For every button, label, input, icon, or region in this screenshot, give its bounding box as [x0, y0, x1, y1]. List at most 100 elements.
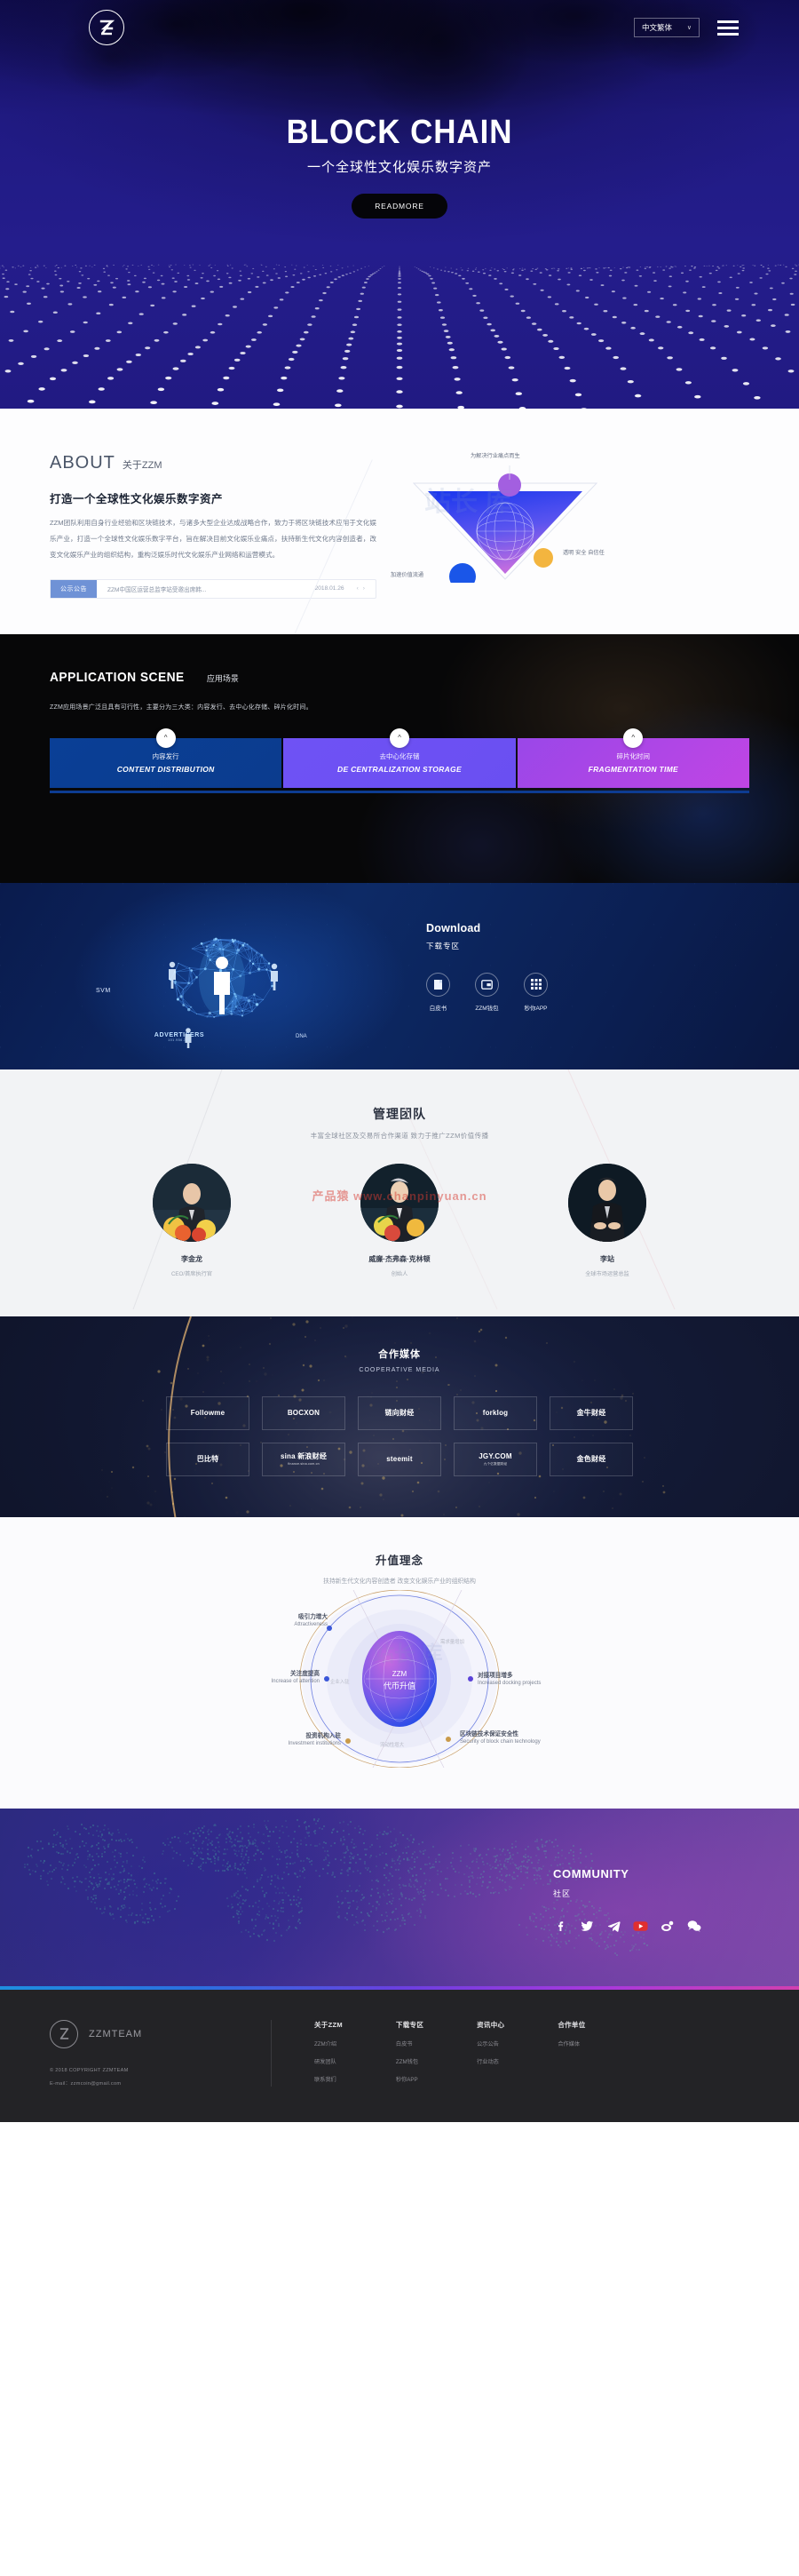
orbit-node	[446, 1737, 451, 1742]
announcement-bar[interactable]: 公示公告 ZZM中国区运营总监李站受邀出席韩... 2018.01.26 ‹ ›	[50, 579, 376, 599]
orbit-node	[468, 1676, 473, 1682]
wallet-icon	[475, 973, 499, 997]
media-logo-cell[interactable]: 链向财经	[358, 1396, 441, 1430]
footer-logo-icon[interactable]	[50, 2020, 78, 2048]
chevron-up-icon[interactable]: ^	[623, 728, 643, 748]
footer-column-title: 资讯中心	[477, 2020, 504, 2030]
top-navigation-bar: 中文繁体 ∨	[0, 0, 799, 55]
media-logo-cell[interactable]: steemit	[358, 1443, 441, 1476]
avatar	[153, 1164, 231, 1242]
hero-section: 中文繁体 ∨ BLOCK CHAIN 一个全球性文化娱乐数字资产 READMOR…	[0, 0, 799, 409]
value-subtitle: 扶持新生代文化内容创造者 改变文化娱乐产业的组织结构	[0, 1576, 799, 1585]
chevron-up-icon[interactable]: ^	[390, 728, 409, 748]
hero-title: BLOCK CHAIN	[32, 114, 767, 152]
media-logo-cell[interactable]: 巴比特	[166, 1443, 249, 1476]
prev-arrow-icon[interactable]: ‹	[357, 585, 359, 592]
media-logo-sub: finance.sina.com.cn	[281, 1462, 327, 1466]
media-logo-cell[interactable]: 金色财经	[550, 1443, 633, 1476]
media-logo-cell[interactable]: forklog	[454, 1396, 537, 1430]
footer-link[interactable]: 联系我们	[314, 2075, 343, 2083]
member-role: CEO/首席执行官	[116, 1269, 267, 1277]
about-paragraph: ZZM团队利用自身行业经验和区块链技术，与诸多大型企业达成战略合作，致力于将区块…	[50, 515, 376, 563]
twitter-icon[interactable]	[580, 1919, 595, 1934]
member-role: 全球市场运营总监	[532, 1269, 683, 1277]
media-subtitle: COOPERATIVE MEDIA	[0, 1367, 799, 1373]
readmore-button[interactable]: READMORE	[352, 194, 447, 219]
member-name: 李站	[532, 1254, 683, 1264]
language-selector[interactable]: 中文繁体 ∨	[634, 18, 700, 37]
community-copy: COMMUNITY 社区	[553, 1867, 701, 1934]
announcement-title[interactable]: ZZM中国区运营总监李站受邀出席韩...	[97, 580, 315, 598]
chevron-up-icon[interactable]: ^	[156, 728, 176, 748]
member-photo-illustration	[153, 1164, 231, 1242]
logo-z-icon	[97, 18, 116, 37]
svg-text:企业入驻: 企业入驻	[330, 1678, 350, 1685]
orbit-node	[345, 1738, 351, 1744]
scene-underline	[50, 791, 749, 793]
telegram-icon[interactable]	[606, 1919, 621, 1934]
hero-subtitle: 一个全球性文化娱乐数字资产	[0, 157, 799, 176]
footer-link[interactable]: 秒你APP	[396, 2075, 423, 2083]
site-logo[interactable]	[89, 10, 124, 45]
media-logo-grid: Followme BOCXON 链向财经 forklog 金牛财经 巴比特 si…	[0, 1396, 799, 1476]
footer-copyright: © 2018 COPYRIGHT ZZMTEAM	[50, 2068, 249, 2073]
download-item-label: ZZM钱包	[475, 1003, 499, 1012]
scene-card[interactable]: ^ 内容发行 CONTENT DISTRIBUTION	[50, 738, 281, 788]
download-item-list: 白皮书 ZZM钱包 秒你APP	[426, 973, 548, 1012]
footer-link[interactable]: 研发团队	[314, 2057, 343, 2065]
media-logo-cell[interactable]: 金牛财经	[550, 1396, 633, 1430]
download-grid-backdrop	[0, 883, 799, 1069]
member-photo-illustration	[568, 1164, 646, 1242]
footer-column-title: 下载专区	[396, 2020, 423, 2030]
value-node-cn: 区块链技术保证安全性	[460, 1729, 620, 1737]
scene-card-cn: 内容发行	[153, 751, 179, 761]
community-section: COMMUNITY 社区	[0, 1809, 799, 1986]
footer-link[interactable]: 行业动态	[477, 2057, 504, 2065]
footer-link[interactable]: ZZM钱包	[396, 2057, 423, 2065]
announcement-tag: 公示公告	[51, 580, 97, 598]
advertisers-ip: 101.956.338	[135, 1038, 224, 1042]
hamburger-menu-icon[interactable]	[717, 20, 739, 36]
value-node-cn: 对接项目增多	[478, 1670, 620, 1679]
dna-label: DNA	[296, 1034, 307, 1039]
footer-link[interactable]: 合作媒体	[558, 2039, 585, 2047]
about-section: ABOUT 关于ZZM 打造一个全球性文化娱乐数字资产 ZZM团队利用自身行业经…	[0, 409, 799, 634]
media-logo-cell[interactable]: JGY.COM 九个亿数据财经	[454, 1443, 537, 1476]
download-item-wallet[interactable]: ZZM钱包	[475, 973, 499, 1012]
hamburger-bar	[717, 27, 739, 29]
top-right-controls: 中文繁体 ∨	[634, 18, 739, 37]
footer-link[interactable]: 白皮书	[396, 2039, 423, 2047]
youtube-icon[interactable]	[633, 1919, 648, 1934]
wechat-icon[interactable]	[686, 1919, 701, 1934]
member-name: 威廉·杰弗森·克林顿	[324, 1254, 475, 1264]
value-title: 升值理念	[0, 1551, 799, 1568]
weibo-icon[interactable]	[660, 1919, 675, 1934]
download-subtitle: 下载专区	[426, 941, 548, 951]
media-logo-name: sina 新浪财经	[281, 1452, 327, 1460]
svg-text:流动性增大: 流动性增大	[380, 1741, 405, 1748]
svg-text:需求量增加: 需求量增加	[440, 1638, 464, 1645]
footer-link[interactable]: 公示公告	[477, 2039, 504, 2047]
download-item-app[interactable]: 秒你APP	[524, 973, 548, 1012]
download-item-whitepaper[interactable]: 白皮书	[426, 973, 450, 1012]
next-arrow-icon[interactable]: ›	[363, 585, 365, 592]
facebook-icon[interactable]	[553, 1919, 568, 1934]
value-node-cn: 吸引力增大	[251, 1611, 328, 1620]
scene-card[interactable]: ^ 碎片化时间 FRAGMENTATION TIME	[518, 738, 749, 788]
scene-card[interactable]: ^ 去中心化存储 DE CENTRALIZATION STORAGE	[283, 738, 515, 788]
svg-text:代币升值: 代币升值	[384, 1681, 415, 1690]
book-icon	[426, 973, 450, 997]
diagram-node-right	[534, 548, 553, 568]
footer-link[interactable]: ZZM介绍	[314, 2039, 343, 2047]
media-logo-cell[interactable]: Followme	[166, 1396, 249, 1430]
diagram-label-right: 透明 安全 自信任	[563, 548, 605, 556]
media-logo-cell[interactable]: BOCXON	[262, 1396, 345, 1430]
footer-brand-block: ZZMTEAM © 2018 COPYRIGHT ZZMTEAM E-mail：…	[50, 2020, 272, 2087]
landing-page: 中文繁体 ∨ BLOCK CHAIN 一个全球性文化娱乐数字资产 READMOR…	[0, 0, 799, 2122]
footer-column-title: 合作单位	[558, 2020, 585, 2030]
media-logo-name: 金牛财经	[577, 1409, 606, 1417]
watermark: 站长 库	[373, 1636, 443, 1667]
grid-apps-icon	[524, 973, 548, 997]
media-logo-cell[interactable]: sina 新浪财经 finance.sina.com.cn	[262, 1443, 345, 1476]
scene-content: APPLICATION SCENE 应用场景 ZZM应用场景广泛且具有可行性，主…	[0, 634, 799, 793]
